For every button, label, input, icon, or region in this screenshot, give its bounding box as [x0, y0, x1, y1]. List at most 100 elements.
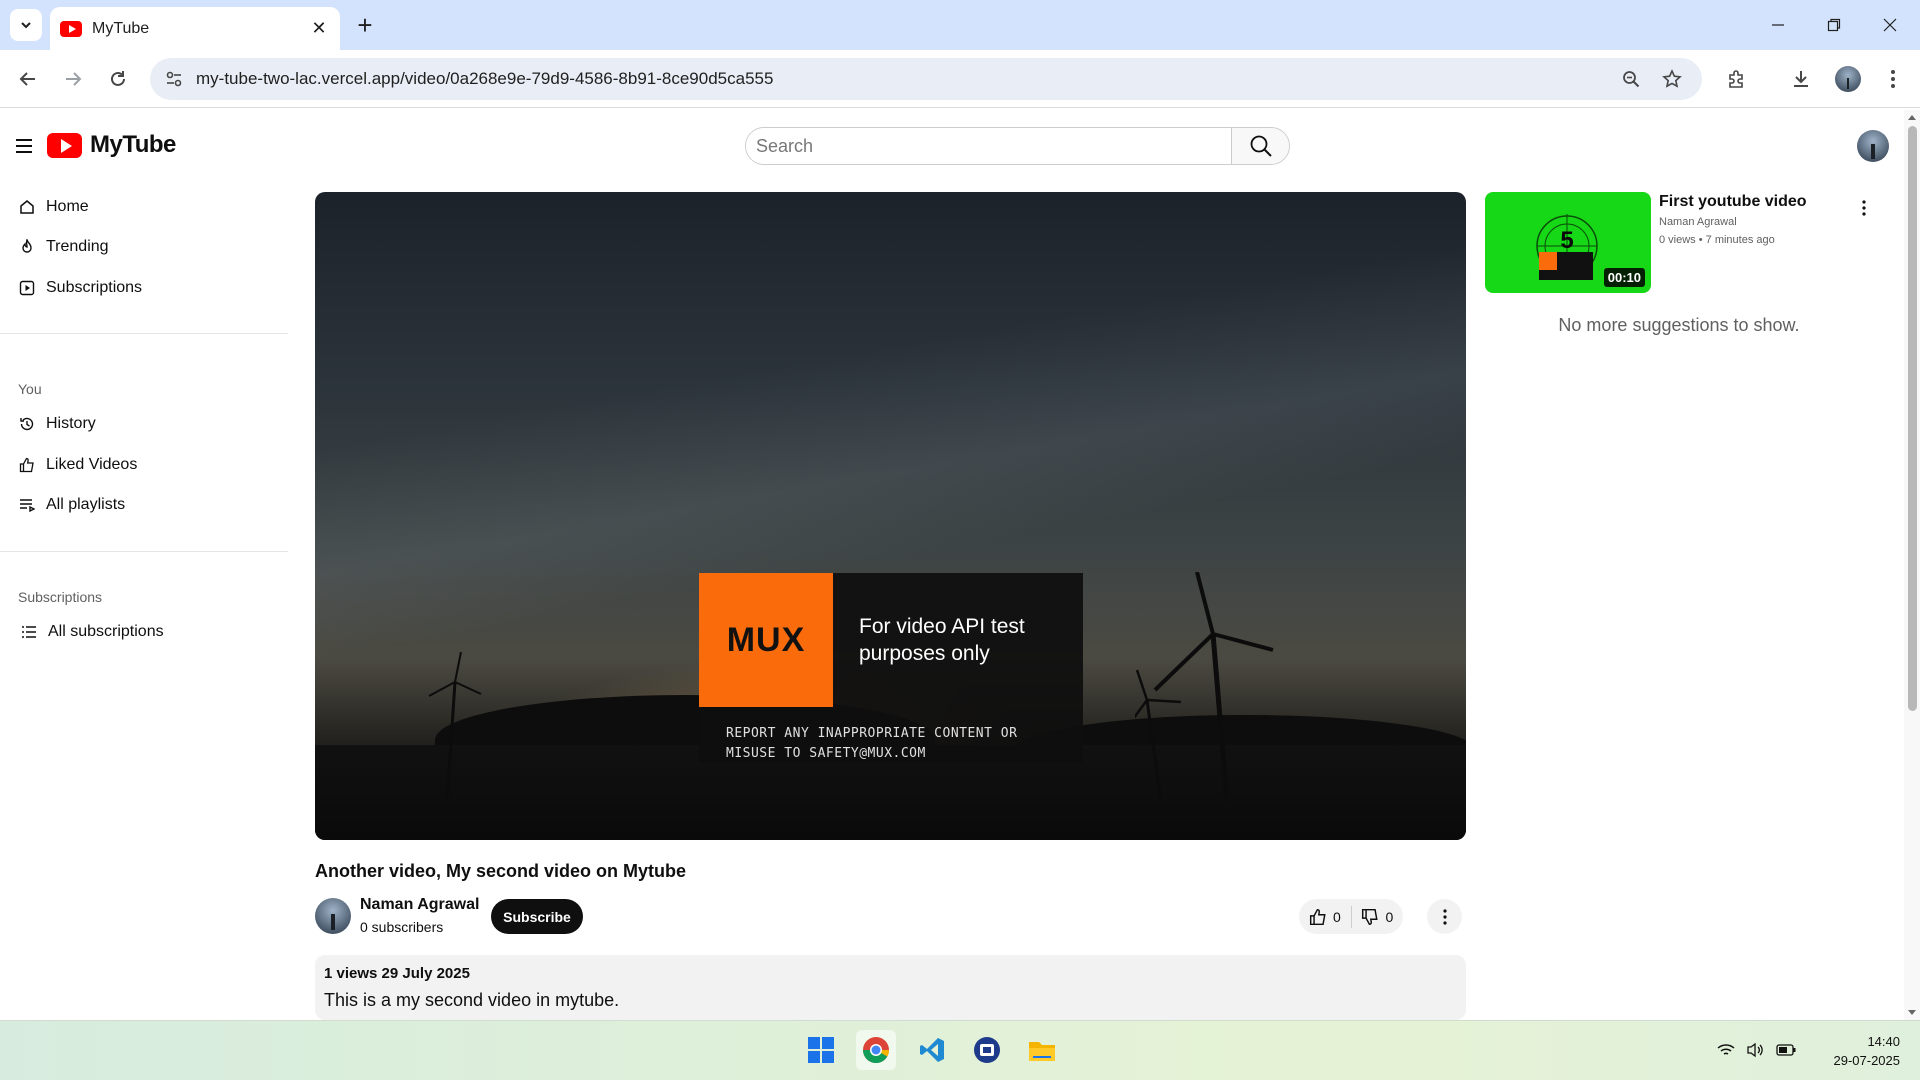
- url-text[interactable]: my-tube-two-lac.vercel.app/video/0a268e9…: [196, 69, 773, 89]
- mytube-logo-icon[interactable]: [47, 133, 82, 158]
- thumbs-up-icon: [18, 456, 36, 474]
- tab-title: MyTube: [92, 19, 150, 37]
- address-bar[interactable]: my-tube-two-lac.vercel.app/video/0a268e9…: [150, 58, 1702, 100]
- sidebar-item-label: Liked Videos: [46, 456, 138, 473]
- like-button[interactable]: 0: [1299, 899, 1351, 934]
- sidebar-item-label: All subscriptions: [48, 623, 164, 640]
- browser-profile-avatar[interactable]: [1835, 66, 1861, 92]
- history-icon: [18, 415, 36, 433]
- os-taskbar: [0, 1020, 1920, 1080]
- volume-icon[interactable]: [1746, 1040, 1766, 1060]
- sidebar-item-all-subscriptions[interactable]: All subscriptions: [20, 615, 280, 649]
- suggestion-channel[interactable]: Naman Agrawal: [1659, 216, 1737, 228]
- app-taskbar-icon[interactable]: [967, 1030, 1007, 1070]
- close-tab-icon[interactable]: ✕: [306, 16, 332, 42]
- channel-name[interactable]: Naman Agrawal: [360, 896, 479, 914]
- sidebar-divider: [0, 333, 288, 334]
- browser-tab[interactable]: MyTube ✕: [50, 7, 340, 50]
- video-player[interactable]: MUX For video API test purposes only REP…: [315, 192, 1466, 840]
- scroll-down-arrow-icon[interactable]: [1907, 1009, 1917, 1017]
- home-icon: [18, 198, 36, 216]
- site-info-icon[interactable]: [160, 65, 188, 93]
- close-window-icon[interactable]: [1862, 0, 1918, 50]
- app-logo-text[interactable]: MyTube: [90, 131, 176, 159]
- browser-tab-bar: MyTube ✕ +: [0, 0, 1920, 50]
- thumbs-up-icon: [1309, 908, 1326, 925]
- suggestion-duration: 00:10: [1603, 268, 1645, 287]
- sidebar-item-label: History: [46, 415, 96, 432]
- sidebar-item-trending[interactable]: Trending: [18, 230, 278, 264]
- mux-report-text: REPORT ANY INAPPROPRIATE CONTENT OR MISU…: [726, 726, 1018, 761]
- wind-turbine-icon: [428, 652, 482, 802]
- wind-turbine-icon: [1135, 572, 1274, 802]
- file-explorer-taskbar-icon[interactable]: [1022, 1030, 1062, 1070]
- search-icon: [1250, 135, 1272, 157]
- list-icon: [20, 623, 38, 641]
- sidebar-divider: [0, 551, 288, 552]
- suggestion-more-options-button[interactable]: [1852, 196, 1876, 220]
- subscribe-button[interactable]: Subscribe: [491, 899, 583, 934]
- chrome-taskbar-icon[interactable]: [856, 1030, 896, 1070]
- forward-icon[interactable]: [55, 61, 91, 97]
- user-avatar[interactable]: [1857, 130, 1889, 162]
- tab-search-button[interactable]: [10, 9, 42, 41]
- vscode-taskbar-icon[interactable]: [912, 1030, 952, 1070]
- back-icon[interactable]: [10, 61, 46, 97]
- thumbnail-artwork: 5: [1536, 214, 1598, 280]
- restore-icon[interactable]: [1806, 0, 1862, 50]
- suggestion-title[interactable]: First youtube video: [1659, 193, 1807, 211]
- hamburger-menu-icon[interactable]: [16, 133, 36, 159]
- sidebar-item-history[interactable]: History: [18, 407, 278, 441]
- browser-toolbar: my-tube-two-lac.vercel.app/video/0a268e9…: [0, 50, 1920, 108]
- video-description-box[interactable]: 1 views 29 July 2025 This is a my second…: [315, 955, 1466, 1020]
- sidebar-heading-you: You: [18, 381, 42, 397]
- like-dislike-bar: 0 0: [1299, 899, 1403, 934]
- svg-text:5: 5: [1560, 227, 1573, 254]
- page-scrollbar[interactable]: [1904, 110, 1920, 1020]
- system-clock[interactable]: 14:40 29-07-2025: [1816, 1032, 1901, 1070]
- bookmark-star-icon[interactable]: [1658, 65, 1686, 93]
- mux-overlay-card: MUX For video API test purposes only REP…: [699, 573, 1083, 763]
- suggestion-meta: 0 views • 7 minutes ago: [1659, 234, 1775, 246]
- sidebar-item-all-playlists[interactable]: All playlists: [18, 488, 278, 522]
- sidebar-item-label: All playlists: [46, 496, 126, 513]
- sidebar-heading-subscriptions: Subscriptions: [18, 589, 103, 605]
- youtube-favicon-icon: [60, 20, 82, 37]
- sidebar-item-label: Subscriptions: [46, 279, 143, 296]
- video-title: Another video, My second video on Mytube: [315, 861, 687, 881]
- zoom-icon[interactable]: [1617, 65, 1645, 93]
- download-icon[interactable]: [1783, 61, 1819, 97]
- video-meta: 1 views 29 July 2025: [324, 965, 470, 982]
- flame-icon: [18, 238, 36, 256]
- extensions-icon[interactable]: [1718, 61, 1754, 97]
- mux-logo: MUX: [699, 573, 833, 707]
- browser-menu-icon[interactable]: [1875, 61, 1911, 97]
- scroll-up-arrow-icon[interactable]: [1907, 113, 1917, 121]
- dislike-button[interactable]: 0: [1351, 899, 1403, 934]
- reload-icon[interactable]: [100, 61, 136, 97]
- clock-date: 29-07-2025: [1833, 1053, 1901, 1068]
- mux-tagline: For video API test purposes only: [859, 615, 1025, 665]
- sidebar-item-subscriptions[interactable]: Subscriptions: [18, 271, 278, 305]
- channel-avatar[interactable]: [315, 898, 351, 934]
- sidebar-item-home[interactable]: Home: [18, 190, 278, 224]
- windows-start-icon[interactable]: [801, 1030, 841, 1070]
- scrollbar-thumb[interactable]: [1908, 126, 1917, 711]
- thumbs-down-icon: [1362, 908, 1379, 925]
- minimize-icon[interactable]: [1750, 0, 1806, 50]
- like-count: 0: [1333, 908, 1341, 925]
- video-description: This is a my second video in mytube.: [324, 990, 620, 1010]
- suggestion-thumbnail[interactable]: 5 00:10: [1485, 192, 1651, 293]
- wifi-icon[interactable]: [1716, 1040, 1736, 1060]
- more-vertical-icon: [1442, 908, 1447, 925]
- dislike-count: 0: [1385, 908, 1394, 925]
- chevron-down-icon: [21, 22, 31, 29]
- subscriber-count: 0 subscribers: [360, 919, 444, 935]
- search-button[interactable]: [1231, 128, 1289, 164]
- sidebar-item-liked-videos[interactable]: Liked Videos: [18, 448, 278, 482]
- video-more-options-button[interactable]: [1427, 899, 1462, 934]
- clock-time: 14:40: [1867, 1034, 1900, 1049]
- new-tab-button[interactable]: +: [350, 10, 380, 40]
- search-input[interactable]: [746, 128, 1231, 164]
- battery-icon[interactable]: [1776, 1040, 1796, 1060]
